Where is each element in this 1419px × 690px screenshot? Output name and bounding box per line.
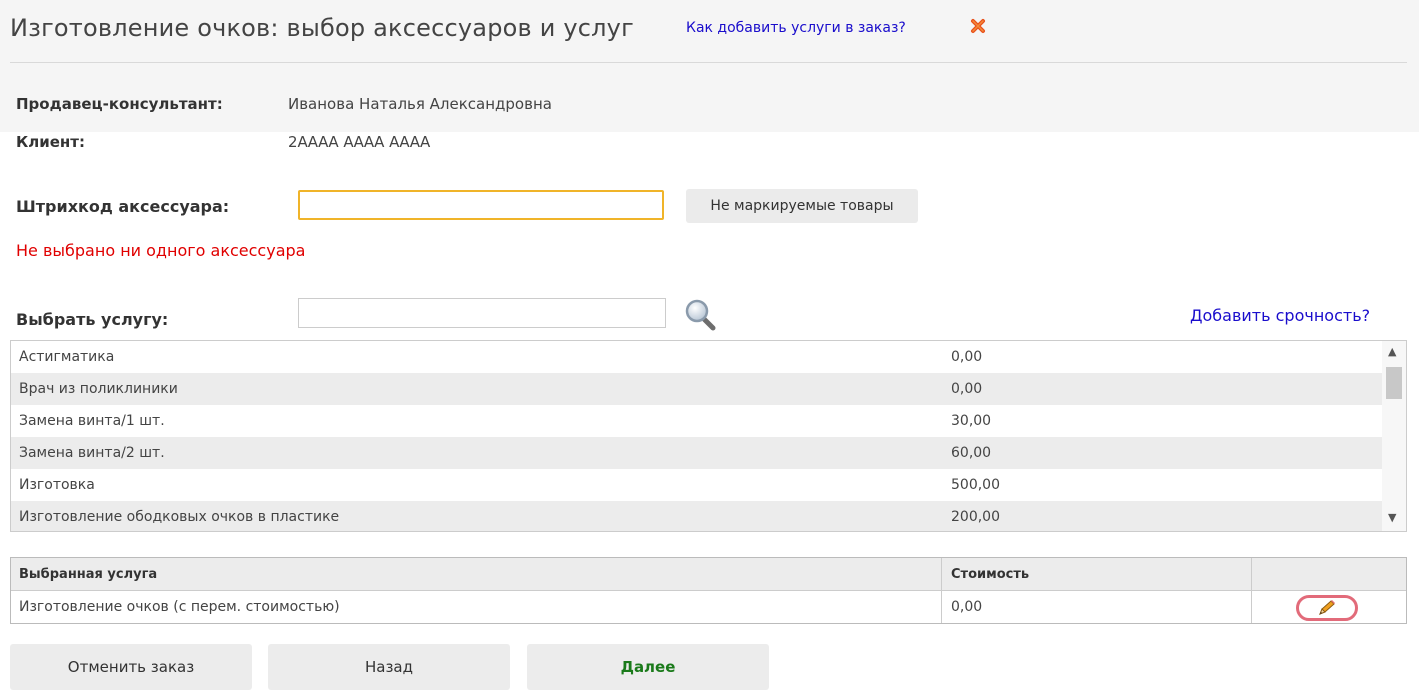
service-price: 0,00 [951,381,983,397]
service-price: 200,00 [951,509,1000,525]
list-item[interactable]: Изготовка 500,00 [11,469,1382,501]
selected-service-name: Изготовление очков (с перем. стоимостью) [19,599,340,615]
service-label: Выбрать услугу: [16,310,169,329]
service-name: Замена винта/1 шт. [19,413,165,429]
close-icon[interactable] [970,18,986,34]
client-value: 2АААА АААА АААА [288,133,431,151]
service-price: 30,00 [951,413,992,429]
header-divider [10,62,1407,63]
column-header-cost: Стоимость [951,567,1030,582]
service-name: Замена винта/2 шт. [19,445,165,461]
list-scrollbar[interactable]: ▲ ▼ [1382,341,1406,531]
add-urgency-link[interactable]: Добавить срочность? [1190,306,1370,325]
list-item[interactable]: Замена винта/1 шт. 30,00 [11,405,1382,437]
back-button[interactable]: Назад [268,644,510,690]
list-item[interactable]: Замена винта/2 шт. 60,00 [11,437,1382,469]
list-item[interactable]: Врач из поликлиники 0,00 [11,373,1382,405]
list-item[interactable]: Изготовление ободковых очков в пластике … [11,501,1382,531]
scroll-up-icon[interactable]: ▲ [1388,345,1396,358]
service-price: 500,00 [951,477,1000,493]
page-title: Изготовление очков: выбор аксессуаров и … [10,14,634,42]
service-list[interactable]: Астигматика 0,00 Врач из поликлиники 0,0… [10,340,1407,532]
unmarked-goods-button[interactable]: Не маркируемые товары [686,189,918,223]
cancel-order-button[interactable]: Отменить заказ [10,644,252,690]
column-header-service: Выбранная услуга [19,567,158,582]
service-name: Изготовление ободковых очков в пластике [19,509,340,525]
selected-services-table: Выбранная услуга Стоимость Изготовление … [10,557,1407,624]
scroll-thumb[interactable] [1386,367,1402,399]
pencil-icon[interactable] [1317,599,1337,617]
barcode-input[interactable] [298,190,664,220]
help-link[interactable]: Как добавить услуги в заказ? [686,20,906,36]
service-name: Изготовка [19,477,95,493]
list-item[interactable]: Астигматика 0,00 [11,341,1382,373]
table-header: Выбранная услуга Стоимость [11,558,1406,591]
no-accessory-error: Не выбрано ни одного аксессуара [16,241,306,260]
search-icon[interactable] [683,298,717,332]
service-name: Астигматика [19,349,115,365]
service-search-input[interactable] [298,298,666,328]
client-label: Клиент: [16,133,85,151]
service-price: 0,00 [951,349,983,365]
next-button[interactable]: Далее [527,644,769,690]
service-name: Врач из поликлиники [19,381,178,397]
selected-service-cost: 0,00 [951,599,983,615]
table-row: Изготовление очков (с перем. стоимостью)… [11,591,1406,623]
service-price: 60,00 [951,445,992,461]
barcode-label: Штрихкод аксессуара: [16,197,230,216]
scroll-down-icon[interactable]: ▼ [1388,511,1396,524]
seller-value: Иванова Наталья Александровна [288,95,552,113]
seller-label: Продавец-консультант: [16,95,223,113]
